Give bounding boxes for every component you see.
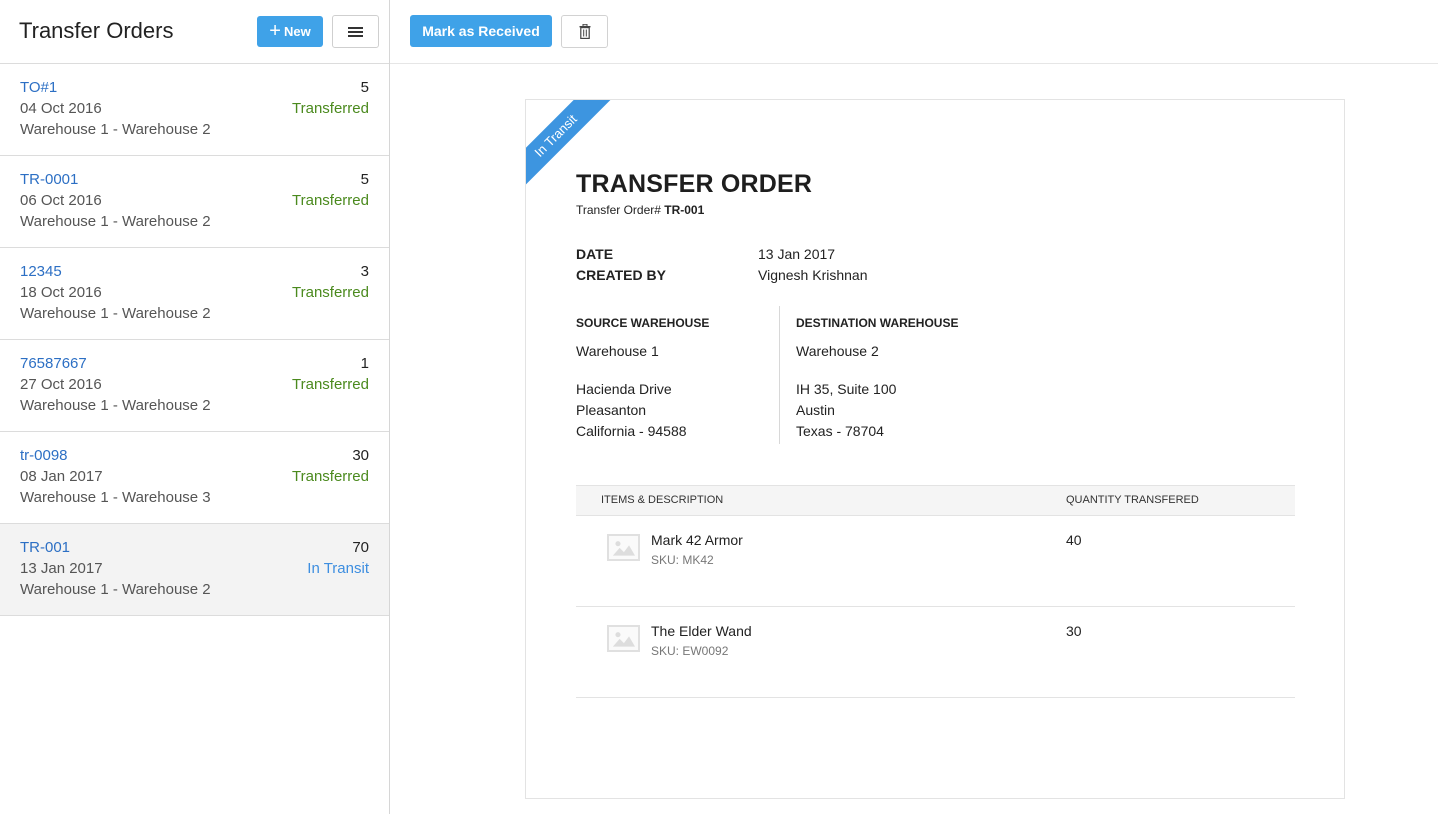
hamburger-icon bbox=[348, 26, 363, 37]
status-badge: Transferred bbox=[292, 376, 369, 393]
status-badge: Transferred bbox=[292, 100, 369, 117]
order-quantity: 5 bbox=[360, 171, 369, 188]
order-route: Warehouse 1 - Warehouse 2 bbox=[20, 213, 211, 230]
order-quantity: 30 bbox=[352, 447, 369, 464]
list-menu-button[interactable] bbox=[332, 15, 379, 48]
order-id-link[interactable]: TR-0001 bbox=[20, 171, 78, 188]
new-transfer-order-button[interactable]: + New bbox=[257, 16, 323, 47]
column-header-quantity: QUANTITY TRANSFERED bbox=[1066, 494, 1199, 506]
mark-as-received-button[interactable]: Mark as Received bbox=[410, 15, 552, 47]
order-route: Warehouse 1 - Warehouse 2 bbox=[20, 581, 211, 598]
detail-toolbar: Mark as Received bbox=[390, 0, 1438, 64]
address-line: IH 35, Suite 100 bbox=[796, 381, 897, 397]
delete-button[interactable] bbox=[561, 15, 608, 48]
destination-warehouse-name: Warehouse 2 bbox=[796, 343, 879, 359]
created-by-label: CREATED BY bbox=[576, 267, 666, 283]
status-badge: In Transit bbox=[307, 560, 369, 577]
list-item[interactable]: 12345 18 Oct 2016 Warehouse 1 - Warehous… bbox=[0, 248, 389, 340]
list-item[interactable]: 76587667 27 Oct 2016 Warehouse 1 - Wareh… bbox=[0, 340, 389, 432]
destination-warehouse-address: IH 35, Suite 100 Austin Texas - 78704 bbox=[796, 379, 958, 442]
list-header: Transfer Orders + New bbox=[0, 0, 389, 64]
date-value: 13 Jan 2017 bbox=[758, 246, 836, 262]
status-badge: Transferred bbox=[292, 192, 369, 209]
address-line: Austin bbox=[796, 402, 835, 418]
order-date: 27 Oct 2016 bbox=[20, 376, 102, 393]
created-by-value: Vignesh Krishnan bbox=[758, 267, 868, 283]
transfer-order-document: In Transit TRANSFER ORDER Transfer Order… bbox=[525, 99, 1345, 799]
trash-icon bbox=[579, 24, 590, 39]
order-route: Warehouse 1 - Warehouse 2 bbox=[20, 121, 211, 138]
order-date: 08 Jan 2017 bbox=[20, 468, 103, 485]
transfer-order-list: TO#1 04 Oct 2016 Warehouse 1 - Warehouse… bbox=[0, 64, 389, 616]
order-route: Warehouse 1 - Warehouse 3 bbox=[20, 489, 211, 506]
item-sku: SKU: MK42 bbox=[651, 553, 714, 567]
item-quantity: 30 bbox=[1066, 623, 1082, 639]
transfer-orders-list-pane: Transfer Orders + New TO#1 04 Oct 2016 W… bbox=[0, 0, 390, 814]
column-header-items: ITEMS & DESCRIPTION bbox=[601, 494, 724, 506]
address-line: Pleasanton bbox=[576, 402, 647, 418]
document-number-label: Transfer Order# bbox=[576, 203, 661, 217]
date-label: DATE bbox=[576, 246, 614, 262]
document-number-value: TR-001 bbox=[664, 203, 705, 217]
order-date: 04 Oct 2016 bbox=[20, 100, 102, 117]
list-item[interactable]: TR-0001 06 Oct 2016 Warehouse 1 - Wareho… bbox=[0, 156, 389, 248]
items-table-header: ITEMS & DESCRIPTION QUANTITY TRANSFERED bbox=[576, 485, 1295, 516]
order-id-link[interactable]: TO#1 bbox=[20, 79, 57, 96]
destination-warehouse: DESTINATION WAREHOUSE Warehouse 2 IH 35,… bbox=[796, 316, 958, 442]
item-name: The Elder Wand bbox=[651, 623, 752, 639]
image-placeholder-icon bbox=[607, 625, 640, 652]
order-id-link[interactable]: 12345 bbox=[20, 263, 62, 280]
document-title: TRANSFER ORDER bbox=[576, 170, 813, 198]
transfer-order-detail-pane: Mark as Received In Transit TRANSFER ORD… bbox=[390, 0, 1438, 814]
new-button-label: New bbox=[283, 24, 311, 39]
table-row: Mark 42 Armor SKU: MK42 40 bbox=[576, 516, 1295, 607]
source-warehouse: SOURCE WAREHOUSE Warehouse 1 Hacienda Dr… bbox=[576, 316, 709, 442]
image-placeholder-icon bbox=[607, 534, 640, 561]
destination-warehouse-heading: DESTINATION WAREHOUSE bbox=[796, 316, 959, 330]
order-quantity: 3 bbox=[360, 263, 369, 280]
address-line: Hacienda Drive bbox=[576, 381, 672, 397]
document-number: Transfer Order# TR-001 bbox=[576, 203, 704, 217]
address-line: California - 94588 bbox=[576, 423, 687, 439]
page-title: Transfer Orders bbox=[19, 18, 174, 43]
list-item[interactable]: tr-0098 08 Jan 2017 Warehouse 1 - Wareho… bbox=[0, 432, 389, 524]
order-date: 18 Oct 2016 bbox=[20, 284, 102, 301]
order-quantity: 1 bbox=[360, 355, 369, 372]
list-item[interactable]: TO#1 04 Oct 2016 Warehouse 1 - Warehouse… bbox=[0, 64, 389, 156]
warehouse-divider bbox=[779, 306, 780, 444]
source-warehouse-heading: SOURCE WAREHOUSE bbox=[576, 316, 710, 330]
status-badge: Transferred bbox=[292, 468, 369, 485]
list-item[interactable]: TR-001 13 Jan 2017 Warehouse 1 - Warehou… bbox=[0, 524, 389, 616]
order-route: Warehouse 1 - Warehouse 2 bbox=[20, 305, 211, 322]
item-sku: SKU: EW0092 bbox=[651, 644, 729, 658]
order-date: 13 Jan 2017 bbox=[20, 560, 103, 577]
order-date: 06 Oct 2016 bbox=[20, 192, 102, 209]
order-id-link[interactable]: TR-001 bbox=[20, 539, 70, 556]
order-id-link[interactable]: tr-0098 bbox=[20, 447, 68, 464]
items-table: ITEMS & DESCRIPTION QUANTITY TRANSFERED … bbox=[576, 485, 1295, 698]
order-quantity: 5 bbox=[360, 79, 369, 96]
address-line: Texas - 78704 bbox=[796, 423, 884, 439]
item-name: Mark 42 Armor bbox=[651, 532, 743, 548]
plus-icon: + bbox=[269, 19, 281, 42]
item-quantity: 40 bbox=[1066, 532, 1082, 548]
source-warehouse-name: Warehouse 1 bbox=[576, 343, 659, 359]
order-id-link[interactable]: 76587667 bbox=[20, 355, 87, 372]
source-warehouse-address: Hacienda Drive Pleasanton California - 9… bbox=[576, 379, 709, 442]
status-badge: Transferred bbox=[292, 284, 369, 301]
order-quantity: 70 bbox=[352, 539, 369, 556]
table-row: The Elder Wand SKU: EW0092 30 bbox=[576, 607, 1295, 698]
order-route: Warehouse 1 - Warehouse 2 bbox=[20, 397, 211, 414]
